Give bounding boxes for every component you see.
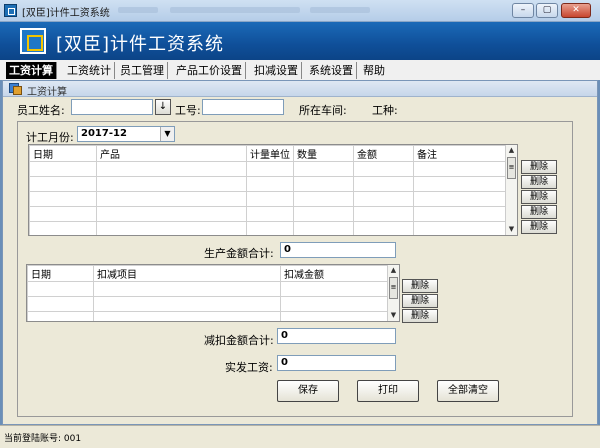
delete-production-row-button[interactable]: 删除: [521, 220, 557, 234]
window-title: [双臣]计件工资系统: [22, 8, 110, 19]
table-row[interactable]: [27, 281, 389, 297]
table-row[interactable]: [29, 206, 515, 222]
print-button[interactable]: 打印: [357, 380, 419, 402]
banner-title: [双臣]计件工资系统: [56, 34, 225, 55]
table-header-row: 日期 产品 计量单位 数量 金额 备注: [29, 145, 515, 162]
scroll-thumb[interactable]: ≡: [389, 277, 398, 299]
col-header-deduction-item: 扣减项目: [93, 265, 281, 282]
chevron-down-icon[interactable]: ▼: [160, 127, 174, 141]
menu-item-system-settings[interactable]: 系统设置: [306, 62, 357, 79]
employee-lookup-button[interactable]: ↓: [155, 99, 171, 115]
logo-icon: [20, 28, 46, 54]
deduction-scrollbar[interactable]: ▲ ≡ ▼: [387, 265, 399, 321]
clear-all-button[interactable]: 全部清空: [437, 380, 499, 402]
scroll-up-icon[interactable]: ▲: [388, 265, 399, 276]
job-label: 工种:: [372, 104, 398, 117]
production-total-field[interactable]: 0: [280, 242, 396, 258]
month-value: 2017-12: [81, 128, 127, 139]
table-row[interactable]: [27, 296, 389, 312]
delete-deduction-row-button[interactable]: 删除: [402, 294, 438, 308]
status-bar: 当前登陆账号: 001: [0, 425, 600, 448]
ghost-taskbar-item: [118, 7, 158, 13]
employee-no-label: 工号:: [175, 104, 201, 117]
col-header-deduction-amount: 扣减金额: [280, 265, 389, 282]
child-titlebar: 工资计算: [3, 81, 597, 98]
table-row[interactable]: [29, 176, 515, 192]
menu-item-help[interactable]: 帮助: [360, 62, 388, 79]
workshop-label: 所在车间:: [299, 104, 347, 117]
delete-deduction-row-button[interactable]: 删除: [402, 309, 438, 323]
menu-item-deduction-settings[interactable]: 扣减设置: [251, 62, 302, 79]
app-banner: [双臣]计件工资系统: [0, 22, 600, 60]
menu-item-employee-mgmt[interactable]: 员工管理: [117, 62, 168, 79]
save-button[interactable]: 保存: [277, 380, 339, 402]
scroll-thumb[interactable]: ≡: [507, 157, 516, 179]
maximize-button[interactable]: ▢: [536, 3, 558, 18]
minimize-button[interactable]: –: [512, 3, 534, 18]
menu-item-wage-calc[interactable]: 工资计算: [6, 62, 57, 79]
wage-calc-window: 工资计算 员工姓名: ↓ 工号: 所在车间: 工种: 计工月份: 2017-12…: [2, 80, 598, 425]
production-total-label: 生产金额合计:: [204, 247, 274, 260]
delete-production-row-button[interactable]: 删除: [521, 160, 557, 174]
delete-production-row-button[interactable]: 删除: [521, 205, 557, 219]
employee-no-field[interactable]: [202, 99, 284, 115]
employee-name-label: 员工姓名:: [17, 104, 65, 117]
col-header-date: 日期: [27, 265, 94, 282]
close-button[interactable]: ✕: [561, 3, 591, 18]
menu-item-product-price[interactable]: 产品工价设置: [173, 62, 246, 79]
col-header-product: 产品: [96, 145, 247, 162]
table-row[interactable]: [29, 221, 515, 235]
ghost-taskbar-item: [170, 7, 300, 13]
deduction-total-label: 减扣金额合计:: [204, 334, 274, 347]
deduction-table[interactable]: 日期 扣减项目 扣减金额 ▲ ≡ ▼: [26, 264, 400, 322]
col-header-remark: 备注: [413, 145, 515, 162]
child-title: 工资计算: [27, 87, 67, 98]
status-text: 当前登陆账号: 001: [4, 434, 82, 444]
deduction-total-field[interactable]: 0: [277, 328, 396, 344]
table-row[interactable]: [29, 191, 515, 207]
scroll-down-icon[interactable]: ▼: [388, 310, 399, 321]
window-titlebar: [双臣]计件工资系统 – ▢ ✕: [0, 0, 600, 22]
menu-item-wage-stats[interactable]: 工资统计: [64, 62, 115, 79]
col-header-quantity: 数量: [293, 145, 354, 162]
table-header-row: 日期 扣减项目 扣减金额: [27, 265, 389, 282]
col-header-unit: 计量单位: [246, 145, 294, 162]
scroll-down-icon[interactable]: ▼: [506, 224, 517, 235]
net-pay-field[interactable]: 0: [277, 355, 396, 371]
table-row[interactable]: [29, 161, 515, 177]
delete-production-row-button[interactable]: 删除: [521, 190, 557, 204]
table-row[interactable]: [27, 311, 389, 321]
net-pay-label: 实发工资:: [225, 361, 273, 374]
scroll-up-icon[interactable]: ▲: [506, 145, 517, 156]
month-select[interactable]: 2017-12 ▼: [77, 126, 175, 142]
employee-name-field[interactable]: [71, 99, 153, 115]
production-scrollbar[interactable]: ▲ ≡ ▼: [505, 145, 517, 235]
window-icon: [9, 83, 22, 95]
app-icon: [4, 4, 17, 17]
col-header-amount: 金额: [353, 145, 414, 162]
production-table[interactable]: 日期 产品 计量单位 数量 金额 备注 ▲ ≡ ▼: [28, 144, 518, 236]
month-label: 计工月份:: [26, 131, 74, 144]
delete-deduction-row-button[interactable]: 删除: [402, 279, 438, 293]
wage-panel: 计工月份: 2017-12 ▼ 日期 产品 计量单位 数量 金额 备注 ▲ ≡ …: [17, 121, 573, 417]
menu-bar: 工资计算 工资统计 员工管理 产品工价设置 扣减设置 系统设置 帮助: [0, 60, 600, 80]
ghost-taskbar-item: [310, 7, 370, 13]
col-header-date: 日期: [29, 145, 97, 162]
delete-production-row-button[interactable]: 删除: [521, 175, 557, 189]
